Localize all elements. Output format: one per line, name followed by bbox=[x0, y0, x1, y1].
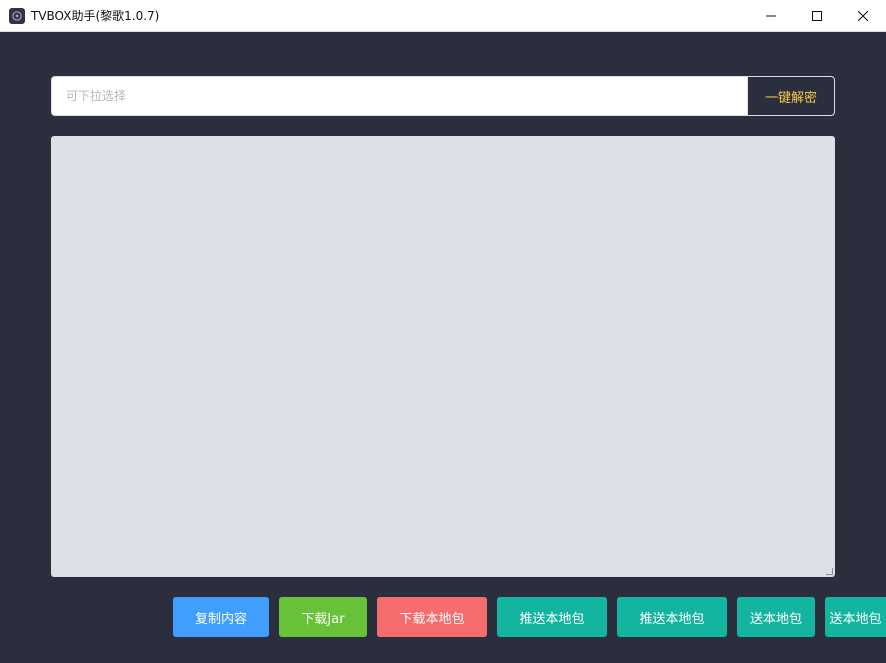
push-local-package-button-1[interactable]: 推送本地包 bbox=[497, 597, 607, 637]
content-textarea[interactable] bbox=[51, 136, 835, 577]
push-local-package-button-4[interactable]: 送本地包 bbox=[825, 597, 886, 637]
copy-content-button[interactable]: 复制内容 bbox=[173, 597, 269, 637]
download-jar-button[interactable]: 下载Jar bbox=[279, 597, 367, 637]
maximize-button[interactable] bbox=[794, 0, 840, 31]
minimize-button[interactable] bbox=[748, 0, 794, 31]
push-local-package-button-3[interactable]: 送本地包 bbox=[737, 597, 815, 637]
app-icon bbox=[9, 7, 25, 24]
download-local-package-button[interactable]: 下载本地包 bbox=[377, 597, 487, 637]
action-button-bar: 复制内容 下载Jar 下载本地包 推送本地包 推送本地包 送本地包 送本地包 bbox=[0, 597, 886, 637]
resize-handle-icon[interactable] bbox=[826, 568, 833, 575]
source-select-input[interactable] bbox=[51, 76, 747, 116]
decrypt-button[interactable]: 一键解密 bbox=[747, 76, 835, 116]
push-local-package-button-2[interactable]: 推送本地包 bbox=[617, 597, 727, 637]
window-title: TVBOX助手(黎歌1.0.7) bbox=[31, 9, 160, 23]
maximize-icon bbox=[812, 10, 822, 21]
close-button[interactable] bbox=[840, 0, 886, 31]
source-select-row: 一键解密 bbox=[51, 76, 835, 116]
minimize-icon bbox=[766, 11, 776, 21]
close-icon bbox=[858, 10, 868, 21]
title-bar: TVBOX助手(黎歌1.0.7) bbox=[0, 0, 886, 32]
window-controls bbox=[748, 0, 886, 31]
